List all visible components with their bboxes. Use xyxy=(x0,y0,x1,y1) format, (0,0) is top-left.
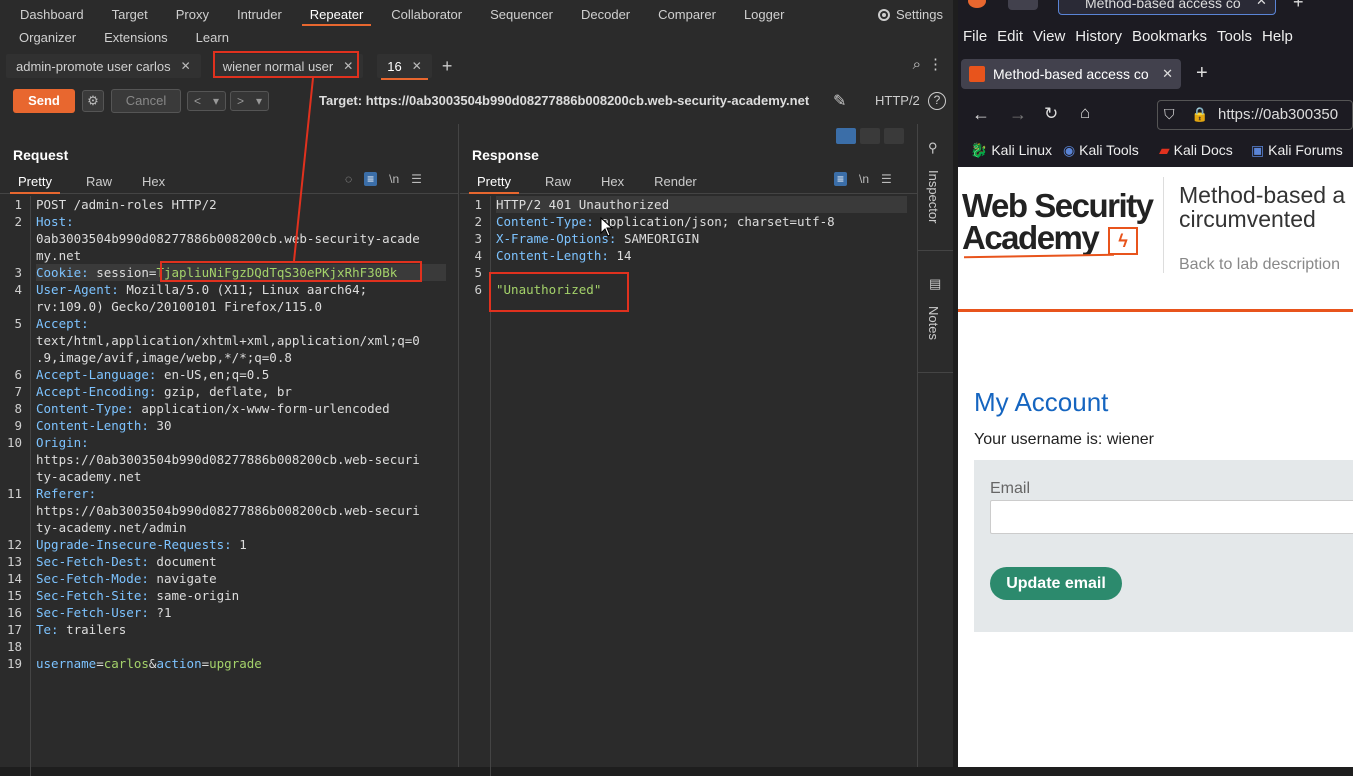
code-text: HTTP/2 401 Unauthorized xyxy=(496,197,670,212)
newline-toggle[interactable]: \n xyxy=(859,172,869,186)
menu-edit[interactable]: Edit xyxy=(992,28,1028,46)
menu-tools[interactable]: Tools xyxy=(1212,28,1257,46)
forward-arrow-icon: → xyxy=(1009,104,1027,124)
new-window-icon[interactable]: + xyxy=(1293,0,1304,13)
line-number: 5 xyxy=(474,265,482,280)
logo-line-2: Academy xyxy=(962,219,1100,256)
academy-bolt-icon: ϟ xyxy=(1108,227,1138,255)
tab-title: Method-based access co xyxy=(993,66,1149,82)
code-text: SAMEORIGIN xyxy=(623,231,700,246)
notes-icon[interactable]: ▤ xyxy=(929,276,941,292)
bookmark-label: Kali Forums xyxy=(1268,142,1343,158)
username-text: Your username is: wiener xyxy=(974,431,1154,448)
right-sidebar: ⚲ Inspector ▤ Notes xyxy=(917,124,953,767)
response-view-tools: ≡ \n ☰ xyxy=(834,172,892,186)
code-line: X-Frame-Options: SAMEORIGIN xyxy=(496,230,699,247)
layout-toggle[interactable] xyxy=(836,128,904,144)
code-line: Content-Type: application/json; charset=… xyxy=(496,213,835,230)
lab-title-line: Method-based a xyxy=(1179,182,1346,208)
reload-icon[interactable]: ↻ xyxy=(1044,104,1058,124)
back-arrow-icon[interactable]: ← xyxy=(972,104,990,125)
home-icon[interactable]: ⌂ xyxy=(1080,103,1090,123)
horizontal-view-icon[interactable] xyxy=(860,128,880,144)
tab-hex[interactable]: Hex xyxy=(589,172,636,193)
code-text: 14 xyxy=(616,248,632,263)
burp-suite-window: Dashboard Target Proxy Intruder Repeater Coll… xyxy=(0,0,953,776)
menu-view[interactable]: View xyxy=(1028,28,1070,46)
email-form: Email Update email xyxy=(974,460,1353,632)
header-name: Content-Length: xyxy=(496,248,617,263)
sidebar-divider xyxy=(918,372,953,373)
close-icon[interactable]: ✕ xyxy=(1256,0,1267,9)
close-icon[interactable]: ✕ xyxy=(1162,66,1173,82)
firefox-menubar: File Edit View History Bookmarks Tools Help xyxy=(958,28,1298,46)
web-page: Web Security Academy ϟ Method-based a ci… xyxy=(958,167,1353,767)
menu-file[interactable]: File xyxy=(958,28,992,46)
code-text: application/json; charset=utf-8 xyxy=(601,214,835,229)
menu-icon[interactable]: ☰ xyxy=(881,172,892,186)
line-number: 2 xyxy=(474,214,482,229)
response-title: Response xyxy=(472,147,539,163)
line-number: 4 xyxy=(474,248,482,263)
email-field[interactable] xyxy=(990,500,1353,534)
tab-pretty[interactable]: Pretty xyxy=(465,172,523,194)
lock-icon[interactable]: 🔒 xyxy=(1191,106,1208,123)
inspector-tab[interactable]: Inspector xyxy=(926,170,941,223)
url-bar[interactable]: https://0ab300350 xyxy=(1157,100,1353,130)
kali-tools-icon: ◉ xyxy=(1063,142,1076,158)
wrap-lines-icon[interactable]: ≡ xyxy=(834,172,848,186)
tab-render[interactable]: Render xyxy=(642,172,709,193)
bookmark-kali-linux[interactable]: 🐉 Kali Linux xyxy=(970,142,1052,159)
kali-docs-icon: ▰ xyxy=(1159,142,1170,158)
header-divider xyxy=(1163,177,1164,273)
line-number: 3 xyxy=(474,231,482,246)
mouse-cursor-icon xyxy=(600,217,614,237)
bookmark-kali-forums[interactable]: ▣ Kali Forums xyxy=(1251,142,1343,159)
kali-forums-icon: ▣ xyxy=(1251,142,1265,158)
update-email-button[interactable]: Update email xyxy=(990,567,1122,600)
header-name: Content-Type: xyxy=(496,214,602,229)
menu-bookmarks[interactable]: Bookmarks xyxy=(1127,28,1212,46)
kali-dragon-icon: 🐉 xyxy=(970,142,988,158)
shield-icon[interactable]: ⛉ xyxy=(1164,106,1175,123)
email-label: Email xyxy=(990,480,1031,497)
favicon-icon xyxy=(969,66,985,82)
url-text: https://0ab300350 xyxy=(1218,106,1339,123)
menu-history[interactable]: History xyxy=(1070,28,1127,46)
annotation-box-unauthorized xyxy=(489,272,629,312)
lab-title-line: circumvented xyxy=(1179,206,1316,232)
menu-help[interactable]: Help xyxy=(1257,28,1298,46)
line-number: 6 xyxy=(474,282,482,297)
code-line: HTTP/2 401 Unauthorized xyxy=(496,196,907,213)
lab-title: Method-based a circumvented xyxy=(1179,183,1345,231)
page-title: My Account xyxy=(974,387,1109,417)
new-tab-icon[interactable]: + xyxy=(1196,62,1208,85)
taskbar-burp-icon[interactable] xyxy=(1008,0,1038,10)
bookmark-kali-tools[interactable]: ◉ Kali Tools xyxy=(1063,142,1139,159)
split-view-icon[interactable] xyxy=(836,128,856,144)
bookmark-kali-docs[interactable]: ▰ Kali Docs xyxy=(1159,142,1233,159)
notes-tab[interactable]: Notes xyxy=(926,306,941,340)
line-number: 1 xyxy=(474,197,482,212)
header-bar xyxy=(958,309,1353,312)
response-pane: Response Pretty Raw Hex Render ≡ \n ☰ 1H… xyxy=(460,124,917,776)
single-view-icon[interactable] xyxy=(884,128,904,144)
bookmark-label: Kali Docs xyxy=(1173,142,1233,158)
window-title[interactable]: Method-based access co xyxy=(1058,0,1276,15)
back-to-lab-link[interactable]: Back to lab description xyxy=(1179,256,1340,274)
firefox-tab[interactable]: Method-based access co ✕ xyxy=(961,59,1181,89)
tab-raw[interactable]: Raw xyxy=(533,172,583,193)
bookmark-label: Kali Tools xyxy=(1079,142,1139,158)
inspector-icon[interactable]: ⚲ xyxy=(928,140,938,156)
logo-line-1: Web Security xyxy=(962,187,1154,224)
sidebar-divider xyxy=(918,250,953,251)
bookmark-label: Kali Linux xyxy=(991,142,1053,158)
code-line: Content-Length: 14 xyxy=(496,247,631,264)
